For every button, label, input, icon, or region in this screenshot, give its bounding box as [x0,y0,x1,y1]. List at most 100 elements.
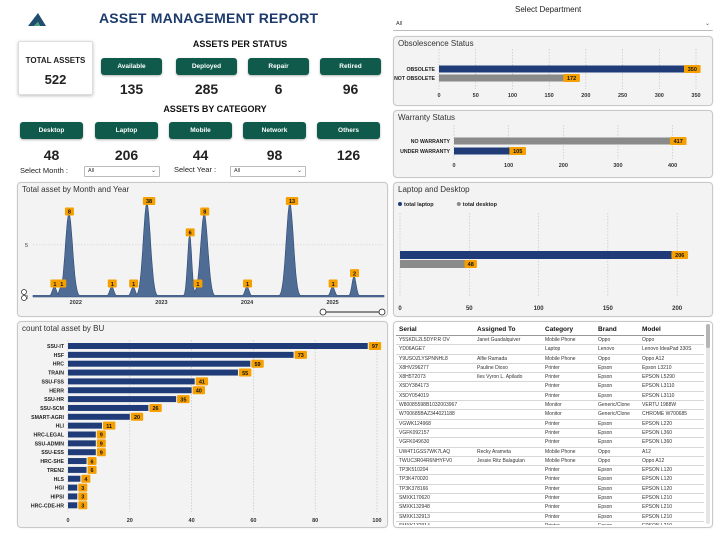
table-cell: Printer [542,372,595,383]
table-row[interactable]: YD06AGE7 Laptop Lenovo Lenovo IdeaPad 330S [396,344,704,355]
table-row[interactable]: TP3K510204 Printer Epson EPSON L120 [396,465,704,476]
table-cell: CHROME W700685 [639,409,704,420]
y-slider-handle-top[interactable] [21,289,27,295]
x-tick-label: 2022 [70,300,82,306]
table-cell: Pauline Dioso [474,363,542,374]
table-row[interactable]: X8H5T2073 Iles Vyron L. Apilado Printer Eps… [396,372,704,383]
table-cell: Mobile Phone [542,447,595,457]
category-label: TRAIN [48,371,64,377]
table-row[interactable]: SMXK132948 Printer Epson EPSON L210 [396,502,704,513]
table-row[interactable]: VGFK049630 Printer Epson EPSON L360 [396,437,704,448]
column-header-brand[interactable]: Brand [595,324,639,336]
category-label: SSU-SCM [40,406,64,412]
bar [68,360,251,367]
column-header-category[interactable]: Category [542,324,595,336]
table-cell: Printer [542,428,595,439]
table-row[interactable]: TWUC3R04R6NHYFV0 Jessie Ritz Balagulan Mob… [396,456,704,467]
table-cell: Epson [595,502,639,513]
table-cell: Epson [595,493,639,504]
category-label: SSU-HR [44,397,64,403]
column-header-model[interactable]: Model [639,324,704,336]
range-slider-start-handle[interactable] [319,308,327,316]
table-row[interactable]: X5DY384173 Printer Epson EPSON L3110 [396,381,704,392]
table-cell: Printer [542,391,595,402]
table-row[interactable]: X5DY054019 Printer Epson EPSON L3110 [396,391,704,402]
table-row[interactable]: Y9USOZLYSPNNHL8 Alfie Ramada Mobile Phone O… [396,354,704,364]
data-label: 9 [100,442,103,448]
warranty-bar-chart: 0 100 200 300 400 NO WARRANTY 417 UNDER WARRANT… [400,125,687,169]
x-tick-label: 200 [559,163,568,169]
category-label: HRC-CDE-HR [31,503,64,509]
department-filter-select[interactable]: All ⌄ [393,20,713,31]
range-slider-end-handle[interactable] [378,308,386,316]
status-value-deployed: 285 [194,81,219,97]
status-value-available: 135 [119,81,144,97]
chevron-down-icon: ⌄ [150,168,156,174]
data-label: 105 [513,149,522,155]
table-cell: TWUC3R04R6NHYFV0 [396,456,474,467]
laptop-desktop-panel: Laptop and Desktop total laptop total des… [393,182,713,317]
table-cell: YD06AGE7 [396,344,474,355]
y-slider-handle-bottom[interactable] [21,295,27,301]
data-label: 73 [298,353,304,359]
table-cell: Oppo [595,447,639,457]
status-button-deployed[interactable]: Deployed [176,58,237,75]
table-cell: Printer [542,437,595,448]
table-cell [474,521,542,525]
table-cell: Epson [595,521,639,525]
x-tick-label: 300 [655,93,664,99]
category-button-network[interactable]: Network [243,122,306,139]
data-label: 6 [91,468,94,474]
table-row[interactable]: SMXK132913 Printer Epson EPSON L210 [396,512,704,522]
bar [68,422,102,429]
status-value-retired: 96 [342,81,359,97]
table-row[interactable]: SMXK132914 PrinterEpsonEPSON L210 [396,521,704,525]
table-cell: TP3K470020 [396,474,474,485]
bar [68,458,87,465]
total-assets-value: 522 [44,72,67,87]
table-cell [474,474,542,485]
status-button-repair[interactable]: Repair [248,58,309,75]
category-label: HRC-SHE [40,459,64,465]
table-row[interactable]: UW4T1GSS7WK7LAQ Recky Arameta Mobile Phone… [396,447,704,457]
table-row[interactable]: Y5SKDL2L5DYP.R OV Janet Guadalquiver Mobil… [396,335,704,346]
table-row[interactable]: TP3K470020 Printer Epson EPSON L120 [396,474,704,485]
table-cell: Lenovo IdeaPad 330S [639,344,704,355]
table-row[interactable]: X8HV296277 Pauline Dioso Printer Epson Epson… [396,363,704,374]
category-value-desktop: 48 [43,147,60,163]
table-scrollbar-thumb[interactable] [706,324,710,348]
category-button-others[interactable]: Others [317,122,380,139]
year-filter-select[interactable]: All ⌄ [230,166,306,177]
month-filter-select[interactable]: All ⌄ [84,166,160,177]
total-assets-card: TOTAL ASSETS 522 [18,41,93,95]
column-header-serial[interactable]: Serial [396,324,474,336]
category-label: HERR [49,388,64,394]
table-row[interactable]: VGWK124968 Printer Epson EPSON L220 [396,419,704,429]
category-button-laptop[interactable]: Laptop [95,122,158,139]
category-section-title: ASSETS BY CATEGORY [163,104,267,114]
status-button-retired[interactable]: Retired [320,58,381,75]
table-row[interactable]: SMXK170620 Printer Epson EPSON L210 [396,493,704,504]
table-cell: SMXK132914 [396,521,474,525]
table-cell: Printer [542,484,595,495]
category-value-network: 98 [266,147,283,163]
table-cell: Mobile Phone [542,335,595,346]
data-label: 1 [53,282,56,288]
data-label: 3 [81,495,84,501]
table-row[interactable]: W80085598B1032003967 Monitor Generic/Clone… [396,400,704,411]
status-button-available[interactable]: Available [101,58,162,75]
bar [68,396,177,403]
category-label: TREN2 [47,468,64,474]
data-label: 8 [203,210,206,216]
table-row[interactable]: TP3K378166 Printer Epson EPSON L120 [396,484,704,495]
month-filter-label: Select Month : [20,166,68,175]
table-cell: Mobile Phone [542,456,595,467]
table-row[interactable]: VGFK092157 Printer Epson EPSON L360 [396,428,704,439]
category-button-mobile[interactable]: Mobile [169,122,232,139]
table-cell: A12 [639,447,704,457]
column-header-assigned-to[interactable]: Assigned To [474,324,542,336]
category-button-desktop[interactable]: Desktop [20,122,83,139]
table-scrollbar[interactable] [706,324,710,524]
table-row[interactable]: W700685BAZ344021188 Monitor Generic/Clone C… [396,409,704,420]
table-cell [474,409,542,420]
